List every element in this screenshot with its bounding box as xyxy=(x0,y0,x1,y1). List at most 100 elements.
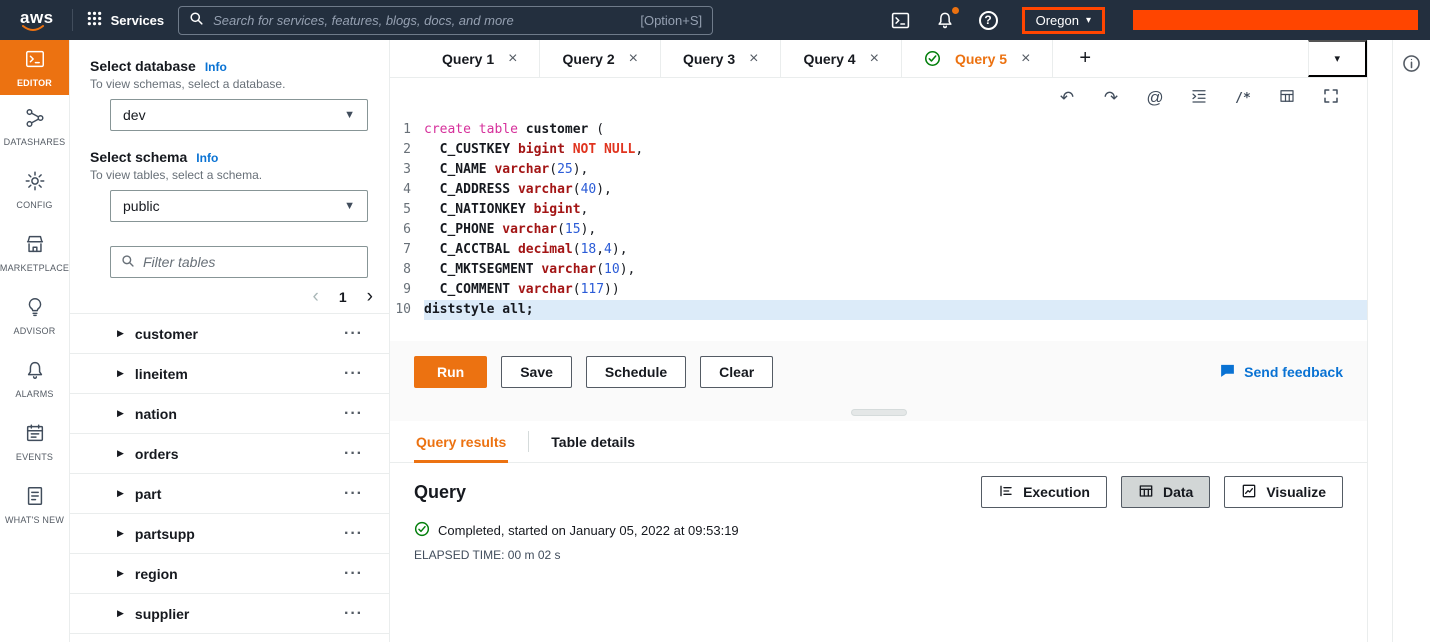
tab-list-dropdown-button[interactable]: ▾ xyxy=(1308,40,1367,77)
code-text: C_NATIONKEY bigint, xyxy=(439,202,589,217)
rail-item-advisor[interactable]: ADVISOR xyxy=(0,284,69,347)
close-icon[interactable]: × xyxy=(1021,50,1030,68)
query-tab-query-3[interactable]: Query 3 × xyxy=(661,40,782,77)
fullscreen-button[interactable] xyxy=(1309,87,1353,110)
expand-triangle-icon[interactable]: ▶ xyxy=(117,608,124,619)
code-line[interactable]: 1 create table customer ( xyxy=(390,120,1367,140)
undo-button[interactable]: ↶ xyxy=(1045,88,1089,108)
code-line[interactable]: 2 C_CUSTKEY bigint NOT NULL, xyxy=(390,140,1367,160)
sql-editor[interactable]: 1 create table customer (2 C_CUSTKEY bigi… xyxy=(390,118,1367,341)
redo-button[interactable]: ↷ xyxy=(1089,88,1133,108)
aws-logo[interactable]: aws xyxy=(16,8,58,32)
schema-select[interactable]: public ▼ xyxy=(110,190,368,222)
expand-triangle-icon[interactable]: ▶ xyxy=(117,408,124,419)
rail-item-editor[interactable]: EDITOR xyxy=(0,40,69,95)
query-tab-query-4[interactable]: Query 4 × xyxy=(781,40,902,77)
resize-handle[interactable] xyxy=(850,408,907,416)
line-number: 9 xyxy=(403,282,411,297)
code-line[interactable]: 10 diststyle all; xyxy=(390,300,1367,320)
code-line[interactable]: 8 C_MKTSEGMENT varchar(10), xyxy=(390,260,1367,280)
rail-item-what-s-new[interactable]: WHAT'S NEW xyxy=(0,473,69,536)
table-row-lineitem[interactable]: ▶ lineitem ··· xyxy=(70,354,389,394)
services-menu[interactable]: Services xyxy=(87,11,164,29)
code-line[interactable]: 4 C_ADDRESS varchar(40), xyxy=(390,180,1367,200)
rail-item-alarms[interactable]: ALARMS xyxy=(0,347,69,410)
expand-triangle-icon[interactable]: ▶ xyxy=(117,488,124,499)
run-button[interactable]: Run xyxy=(414,356,488,388)
code-text: C_NAME varchar(25), xyxy=(439,162,589,177)
results-tab-query-results[interactable]: Query results xyxy=(414,421,509,463)
caret-down-icon: ▾ xyxy=(1085,14,1091,26)
clear-button[interactable]: Clear xyxy=(700,356,774,388)
send-feedback-link[interactable]: Send feedback xyxy=(1219,362,1343,382)
rail-item-config[interactable]: CONFIG xyxy=(0,158,69,221)
pagination-next-icon[interactable]: › xyxy=(367,287,373,306)
indent-button[interactable] xyxy=(1177,87,1221,110)
redo-icon: ↷ xyxy=(1103,88,1119,107)
search-shortcut-hint: [Option+S] xyxy=(640,12,703,28)
expand-triangle-icon[interactable]: ▶ xyxy=(117,528,124,539)
schema-info-link[interactable]: Info xyxy=(196,151,218,165)
pagination-prev-icon[interactable]: ‹ xyxy=(313,287,319,306)
schedule-button[interactable]: Schedule xyxy=(585,356,687,388)
rail-item-marketplace[interactable]: MARKETPLACE xyxy=(0,221,69,284)
notification-dot xyxy=(951,7,959,14)
database-select[interactable]: dev ▼ xyxy=(110,99,368,131)
rail-item-events[interactable]: EVENTS xyxy=(0,410,69,473)
info-button[interactable] xyxy=(1402,54,1421,76)
code-line[interactable]: 9 C_COMMENT varchar(117)) xyxy=(390,280,1367,300)
code-line[interactable]: 7 C_ACCTBAL decimal(18,4), xyxy=(390,240,1367,260)
database-info-link[interactable]: Info xyxy=(205,60,227,74)
close-icon[interactable]: × xyxy=(508,50,517,68)
nav-right-group: ? Oregon ▾ xyxy=(890,6,1418,34)
code-text: C_ADDRESS varchar(40), xyxy=(439,182,612,197)
code-line[interactable]: 5 C_NATIONKEY bigint, xyxy=(390,200,1367,220)
execution-view-button[interactable]: Execution xyxy=(981,476,1107,508)
save-button[interactable]: Save xyxy=(501,356,572,388)
filter-tables-box[interactable] xyxy=(110,246,368,278)
schema-select-value: public xyxy=(123,198,160,214)
results-tab-table-details[interactable]: Table details xyxy=(549,421,637,462)
filter-tables-input[interactable] xyxy=(143,254,357,270)
search-icon xyxy=(189,11,204,29)
expand-triangle-icon[interactable]: ▶ xyxy=(117,368,124,379)
code-text: C_COMMENT varchar(117)) xyxy=(439,282,620,297)
store-icon xyxy=(24,233,46,258)
rail-item-datashares[interactable]: DATASHARES xyxy=(0,95,69,158)
close-icon[interactable]: × xyxy=(749,50,758,68)
table-row-partsupp[interactable]: ▶ partsupp ··· xyxy=(70,514,389,554)
code-line[interactable]: 6 C_PHONE varchar(15), xyxy=(390,220,1367,240)
visualize-view-button[interactable]: Visualize xyxy=(1224,476,1343,508)
table-row-customer[interactable]: ▶ customer ··· xyxy=(70,314,389,354)
table-row-nation[interactable]: ▶ nation ··· xyxy=(70,394,389,434)
cloudshell-icon xyxy=(891,12,909,28)
notifications-button[interactable] xyxy=(935,7,959,30)
send-feedback-label: Send feedback xyxy=(1244,364,1343,380)
table-row-orders[interactable]: ▶ orders ··· xyxy=(70,434,389,474)
nav-search-input[interactable] xyxy=(213,12,632,28)
help-button[interactable]: ? xyxy=(978,10,998,30)
table-row-region[interactable]: ▶ region ··· xyxy=(70,554,389,594)
data-view-button[interactable]: Data xyxy=(1120,476,1211,508)
table-row-part[interactable]: ▶ part ··· xyxy=(70,474,389,514)
region-selector[interactable]: Oregon ▾ xyxy=(1021,6,1105,34)
snippet-button[interactable] xyxy=(1265,87,1309,110)
query-tab-query-5[interactable]: Query 5 × xyxy=(902,40,1054,77)
view-button-label: Execution xyxy=(1023,484,1090,500)
query-tab-query-2[interactable]: Query 2 × xyxy=(540,40,661,77)
expand-triangle-icon[interactable]: ▶ xyxy=(117,328,124,339)
nav-search-bar[interactable]: [Option+S] xyxy=(178,5,714,35)
side-rail: EDITOR DATASHARES CONFIG MARKETPLACE ADVISOR… xyxy=(0,40,70,642)
table-row-supplier[interactable]: ▶ supplier ··· xyxy=(70,594,389,634)
close-icon[interactable]: × xyxy=(629,50,638,68)
query-tab-query-1[interactable]: Query 1 × xyxy=(420,40,541,77)
new-query-tab-button[interactable]: + xyxy=(1053,40,1117,77)
code-line[interactable]: 3 C_NAME varchar(25), xyxy=(390,160,1367,180)
expand-triangle-icon[interactable]: ▶ xyxy=(117,448,124,459)
comment-button[interactable]: /* xyxy=(1221,91,1265,106)
at-button[interactable]: @ xyxy=(1133,88,1177,108)
tables-list: ▶ customer ··· ▶ lineitem ··· ▶ nation ··· ▶ order… xyxy=(70,313,389,642)
cloudshell-button[interactable] xyxy=(890,10,911,31)
close-icon[interactable]: × xyxy=(870,50,879,68)
expand-triangle-icon[interactable]: ▶ xyxy=(117,568,124,579)
